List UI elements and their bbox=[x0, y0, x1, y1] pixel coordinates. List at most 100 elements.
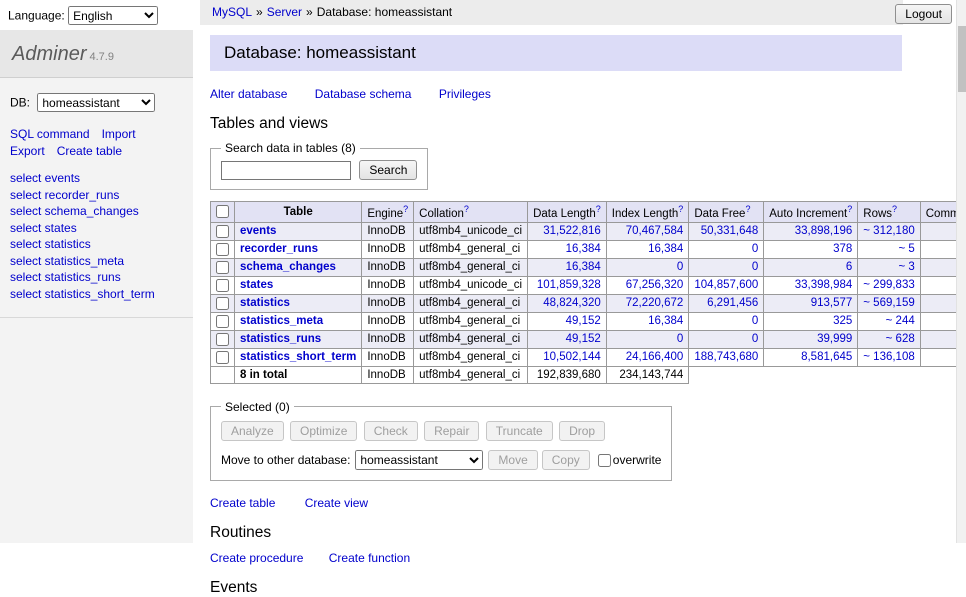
table-name-link[interactable]: schema_changes bbox=[240, 261, 336, 273]
help-icon[interactable]: ? bbox=[464, 204, 469, 214]
table-name-link[interactable]: statistics_runs bbox=[240, 333, 321, 345]
create-table-link[interactable]: Create table bbox=[210, 496, 275, 510]
row-select-checkbox[interactable] bbox=[216, 279, 229, 292]
data-free-link[interactable]: 0 bbox=[752, 333, 758, 345]
sidebar-item-select-recorder-runs[interactable]: select recorder_runs bbox=[10, 188, 183, 204]
move-button[interactable]: Move bbox=[488, 450, 537, 470]
index-length-link[interactable]: 0 bbox=[677, 261, 683, 273]
copy-button[interactable]: Copy bbox=[542, 450, 590, 470]
sidebar-item-select-events[interactable]: select events bbox=[10, 171, 183, 187]
data-length-link[interactable]: 49,152 bbox=[566, 333, 601, 345]
adminer-logo[interactable]: Adminer bbox=[12, 43, 86, 65]
create-function-link[interactable]: Create function bbox=[329, 551, 410, 565]
data-free-link[interactable]: 0 bbox=[752, 261, 758, 273]
rows-count-link[interactable]: ~ 569,159 bbox=[863, 297, 914, 309]
auto-increment-link[interactable]: 33,898,196 bbox=[795, 225, 853, 237]
breadcrumb-link-server[interactable]: Server bbox=[267, 5, 302, 19]
data-free-link[interactable]: 104,857,600 bbox=[694, 279, 758, 291]
index-length-link[interactable]: 24,166,400 bbox=[626, 351, 684, 363]
auto-increment-link[interactable]: 913,577 bbox=[811, 297, 853, 309]
help-icon[interactable]: ? bbox=[403, 204, 408, 214]
help-icon[interactable]: ? bbox=[596, 204, 601, 214]
index-length-link[interactable]: 0 bbox=[677, 333, 683, 345]
sidebar-item-select-statistics-meta[interactable]: select statistics_meta bbox=[10, 254, 183, 270]
auto-increment-link[interactable]: 8,581,645 bbox=[801, 351, 852, 363]
index-length-link[interactable]: 16,384 bbox=[648, 315, 683, 327]
table-name-link[interactable]: statistics bbox=[240, 297, 290, 309]
vertical-scrollbar[interactable] bbox=[956, 0, 966, 543]
row-select-checkbox[interactable] bbox=[216, 297, 229, 310]
create-procedure-link[interactable]: Create procedure bbox=[210, 551, 303, 565]
alter-database-link[interactable]: Alter database bbox=[210, 87, 287, 101]
data-length-link[interactable]: 16,384 bbox=[566, 243, 601, 255]
index-length-link[interactable]: 16,384 bbox=[648, 243, 683, 255]
data-length-link[interactable]: 49,152 bbox=[566, 315, 601, 327]
index-length-link[interactable]: 67,256,320 bbox=[626, 279, 684, 291]
sidebar-item-select-statistics[interactable]: select statistics bbox=[10, 237, 183, 253]
help-icon[interactable]: ? bbox=[745, 204, 750, 214]
data-length-link[interactable]: 48,824,320 bbox=[543, 297, 601, 309]
rows-count-link[interactable]: ~ 244 bbox=[886, 315, 915, 327]
sidebar-item-select-states[interactable]: select states bbox=[10, 221, 183, 237]
table-name-link[interactable]: statistics_meta bbox=[240, 315, 323, 327]
sidebar-link-sql-command[interactable]: SQL command bbox=[10, 127, 90, 141]
row-select-checkbox[interactable] bbox=[216, 351, 229, 364]
repair-button[interactable]: Repair bbox=[424, 421, 479, 441]
overwrite-checkbox[interactable] bbox=[598, 454, 611, 467]
row-select-checkbox[interactable] bbox=[216, 261, 229, 274]
sidebar-link-import[interactable]: Import bbox=[102, 127, 136, 141]
data-free-link[interactable]: 0 bbox=[752, 243, 758, 255]
rows-count-link[interactable]: ~ 628 bbox=[886, 333, 915, 345]
data-length-link[interactable]: 31,522,816 bbox=[543, 225, 601, 237]
data-free-link[interactable]: 50,331,648 bbox=[701, 225, 759, 237]
data-free-link[interactable]: 6,291,456 bbox=[707, 297, 758, 309]
logout-button[interactable]: Logout bbox=[895, 4, 952, 24]
rows-count-link[interactable]: ~ 5 bbox=[898, 243, 914, 255]
auto-increment-link[interactable]: 378 bbox=[833, 243, 852, 255]
row-select-checkbox[interactable] bbox=[216, 243, 229, 256]
help-icon[interactable]: ? bbox=[847, 204, 852, 214]
sidebar-item-select-schema-changes[interactable]: select schema_changes bbox=[10, 204, 183, 220]
row-select-checkbox[interactable] bbox=[216, 315, 229, 328]
breadcrumb-link-mysql[interactable]: MySQL bbox=[212, 5, 252, 19]
row-select-checkbox[interactable] bbox=[216, 225, 229, 238]
db-select[interactable]: homeassistant bbox=[37, 93, 155, 112]
search-input[interactable] bbox=[221, 161, 351, 180]
rows-count-link[interactable]: ~ 312,180 bbox=[863, 225, 914, 237]
rows-count-link[interactable]: ~ 3 bbox=[898, 261, 914, 273]
row-select-checkbox[interactable] bbox=[216, 333, 229, 346]
data-length-link[interactable]: 10,502,144 bbox=[543, 351, 601, 363]
auto-increment-link[interactable]: 325 bbox=[833, 315, 852, 327]
index-length-link[interactable]: 70,467,584 bbox=[626, 225, 684, 237]
data-free-link[interactable]: 0 bbox=[752, 315, 758, 327]
table-name-link[interactable]: events bbox=[240, 225, 276, 237]
truncate-button[interactable]: Truncate bbox=[486, 421, 553, 441]
analyze-button[interactable]: Analyze bbox=[221, 421, 284, 441]
sidebar-item-select-statistics-short-term[interactable]: select statistics_short_term bbox=[10, 287, 183, 303]
create-view-link[interactable]: Create view bbox=[305, 496, 368, 510]
rows-count-link[interactable]: ~ 299,833 bbox=[863, 279, 914, 291]
optimize-button[interactable]: Optimize bbox=[290, 421, 357, 441]
data-length-link[interactable]: 101,859,328 bbox=[537, 279, 601, 291]
auto-increment-link[interactable]: 33,398,984 bbox=[795, 279, 853, 291]
table-name-link[interactable]: recorder_runs bbox=[240, 243, 318, 255]
sidebar-link-export[interactable]: Export bbox=[10, 144, 45, 158]
select-all-checkbox[interactable] bbox=[216, 205, 229, 218]
database-schema-link[interactable]: Database schema bbox=[315, 87, 412, 101]
rows-count-link[interactable]: ~ 136,108 bbox=[863, 351, 914, 363]
scrollbar-thumb[interactable] bbox=[958, 26, 966, 92]
sidebar-link-create-table[interactable]: Create table bbox=[57, 144, 122, 158]
help-icon[interactable]: ? bbox=[892, 204, 897, 214]
table-name-link[interactable]: statistics_short_term bbox=[240, 351, 356, 363]
search-button[interactable]: Search bbox=[359, 160, 417, 180]
check-button[interactable]: Check bbox=[364, 421, 418, 441]
help-icon[interactable]: ? bbox=[678, 204, 683, 214]
index-length-link[interactable]: 72,220,672 bbox=[626, 297, 684, 309]
data-free-link[interactable]: 188,743,680 bbox=[694, 351, 758, 363]
table-name-link[interactable]: states bbox=[240, 279, 273, 291]
auto-increment-link[interactable]: 6 bbox=[846, 261, 852, 273]
auto-increment-link[interactable]: 39,999 bbox=[817, 333, 852, 345]
move-database-select[interactable]: homeassistant bbox=[355, 450, 483, 470]
sidebar-item-select-statistics-runs[interactable]: select statistics_runs bbox=[10, 270, 183, 286]
privileges-link[interactable]: Privileges bbox=[439, 87, 491, 101]
